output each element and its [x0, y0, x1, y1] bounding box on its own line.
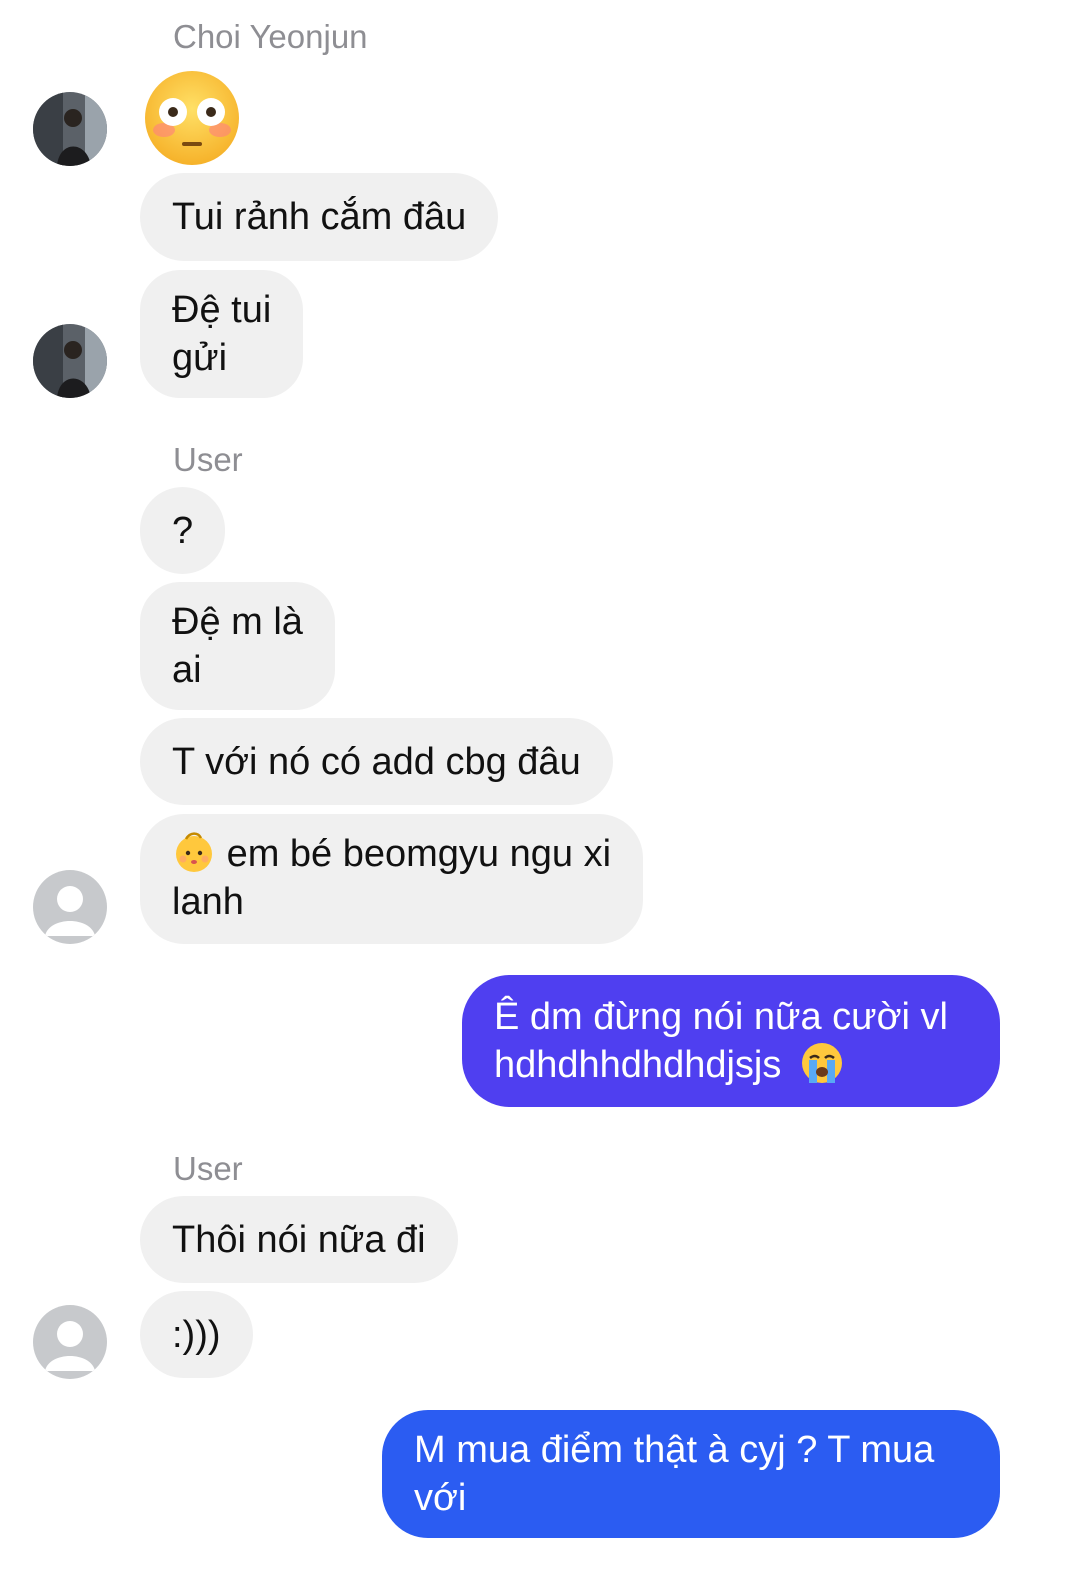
sender-name: User	[173, 1150, 243, 1187]
avatar[interactable]	[33, 1305, 107, 1379]
outgoing-message-bubble[interactable]: Ê dm đừng nói nữa cười vl hdhdhhdhdhdjsj…	[462, 975, 1000, 1107]
avatar[interactable]	[33, 92, 107, 166]
message-bubble[interactable]: Đệ m là ai	[140, 582, 335, 710]
message-text: em bé beomgyu ngu xi lanh	[172, 833, 612, 923]
baby-icon	[172, 830, 216, 874]
message-bubble[interactable]: Đệ tui gửi	[140, 270, 304, 398]
message-bubble[interactable]: T với nó có add cbg đâu	[140, 718, 613, 805]
avatar[interactable]	[33, 870, 107, 944]
avatar[interactable]	[33, 324, 107, 398]
message-bubble[interactable]: Tui rảnh cắm đâu	[140, 173, 499, 261]
outgoing-message-bubble[interactable]: M mua điểm thật à cyj ? T mua với	[382, 1410, 1000, 1538]
message-bubble[interactable]: Thôi nói nữa đi	[140, 1196, 458, 1283]
message-bubble[interactable]: :)))	[140, 1291, 253, 1378]
sender-name: Choi Yeonjun	[173, 18, 368, 55]
message-text: Ê dm đừng nói nữa cười vl hdhdhhdhdhdjsj…	[494, 996, 948, 1086]
sender-name: User	[173, 441, 243, 478]
message-bubble[interactable]: em bé beomgyu ngu xi lanh	[140, 814, 644, 944]
loudly-crying-face-icon	[800, 1041, 844, 1085]
message-bubble[interactable]: ?	[140, 487, 226, 574]
flushed-face-emoji	[142, 68, 242, 168]
